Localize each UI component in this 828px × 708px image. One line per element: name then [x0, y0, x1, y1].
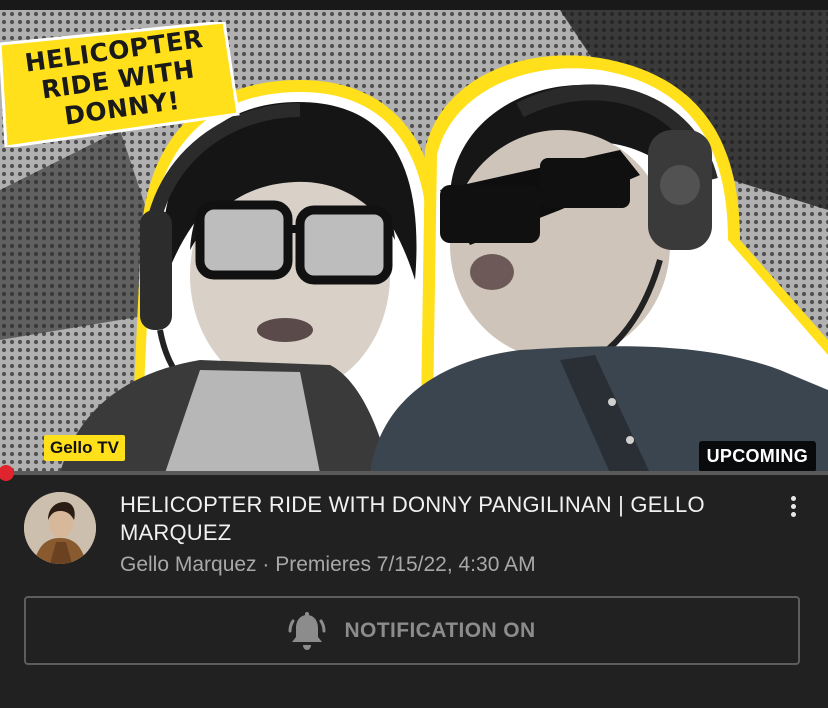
video-card: HELICOPTER RIDE WITH DONNY! Gello TV UPC… — [0, 0, 828, 708]
video-meta: Gello Marquez · Premieres 7/15/22, 4:30 … — [120, 553, 536, 577]
more-vert-icon[interactable] — [780, 496, 806, 526]
video-title[interactable]: HELICOPTER RIDE WITH DONNY PANGILINAN | … — [120, 491, 740, 547]
top-bar — [0, 0, 828, 10]
premiere-time: Premieres 7/15/22, 4:30 AM — [275, 553, 536, 576]
title-sticker: HELICOPTER RIDE WITH DONNY! — [0, 22, 240, 147]
avatar-image — [24, 492, 96, 564]
progress-scrubber[interactable] — [0, 465, 14, 481]
kebab-dot — [790, 504, 796, 509]
meta-separator: · — [262, 553, 270, 576]
video-thumbnail[interactable]: HELICOPTER RIDE WITH DONNY! Gello TV UPC… — [0, 10, 828, 473]
channel-avatar[interactable] — [24, 492, 96, 564]
notification-label: NOTIFICATION ON — [344, 618, 536, 642]
notification-button[interactable]: NOTIFICATION ON — [24, 596, 800, 665]
kebab-dot — [790, 496, 796, 501]
bell-ringing-icon — [288, 611, 326, 650]
upcoming-badge: UPCOMING — [698, 441, 816, 472]
kebab-dot — [790, 512, 796, 517]
channel-logo: Gello TV — [44, 435, 125, 461]
channel-name[interactable]: Gello Marquez — [120, 553, 257, 576]
progress-bar[interactable] — [0, 471, 828, 475]
